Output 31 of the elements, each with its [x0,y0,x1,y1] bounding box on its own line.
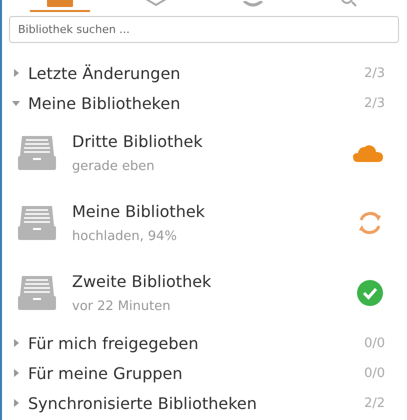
cloud-icon [353,144,383,162]
caret-icon[interactable] [12,69,20,77]
search-icon [340,0,357,7]
group-count: 0/0 [364,366,385,380]
group-count: 2/3 [364,96,385,110]
drawer-icon [18,276,56,310]
caret-icon[interactable] [12,369,20,377]
library-icon [47,0,74,7]
check-icon [357,280,383,306]
group-label[interactable]: Synchronisierte Bibliotheken [28,394,364,412]
caret-icon[interactable] [12,339,20,347]
group-label[interactable]: Für meine Gruppen [28,364,364,382]
group-label[interactable]: Meine Bibliotheken [28,94,364,112]
tab[interactable] [30,0,90,12]
group-label[interactable]: Letzte Änderungen [28,64,364,82]
search-field[interactable]: Bibliothek suchen ... [9,16,399,43]
group-count: 2/2 [364,396,385,410]
drawer-icon [18,136,56,170]
caret-icon[interactable] [12,99,20,107]
library-status: hochladen, 94% [72,229,178,244]
group-count: 2/3 [364,66,385,80]
drawer-icon [18,206,56,240]
library-name[interactable]: Dritte Bibliothek [72,132,353,151]
library-name[interactable]: Meine Bibliothek [72,202,357,221]
library-status: gerade eben [72,159,156,174]
library-status: vor 22 Minuten [72,299,172,314]
library-name[interactable]: Zweite Bibliothek [72,272,357,291]
caret-icon[interactable] [12,399,20,407]
group-label[interactable]: Für mich freigegeben [28,334,364,352]
sync-icon [357,210,383,236]
group-count: 0/0 [364,336,385,350]
